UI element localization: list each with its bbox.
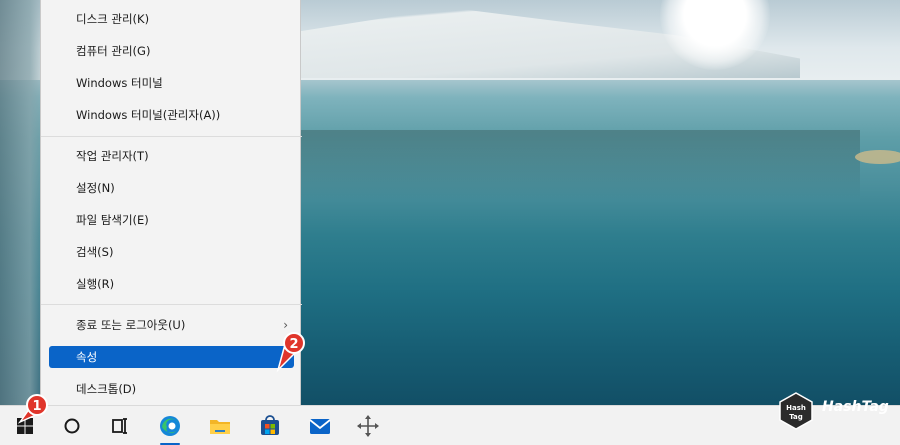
menu-separator xyxy=(41,136,302,137)
annotation-badge-2: 2 xyxy=(283,332,305,354)
menu-item-label: 검색(S) xyxy=(76,245,114,259)
search-circle-icon[interactable] xyxy=(58,412,86,440)
sandbar xyxy=(855,150,900,164)
menu-item-properties[interactable]: 속성 xyxy=(49,346,294,368)
menu-separator xyxy=(41,304,302,305)
start-context-menu: 디스크 관리(K) 컴퓨터 관리(G) Windows 터미널 Windows … xyxy=(40,0,302,412)
menu-item-label: 종료 또는 로그아웃(U) xyxy=(76,318,186,332)
menu-item-desktop[interactable]: 데스크톱(D) xyxy=(49,378,294,400)
move-icon[interactable] xyxy=(354,412,382,440)
logo-text: Tag xyxy=(789,413,803,421)
menu-item-windows-terminal-admin[interactable]: Windows 터미널(관리자(A)) xyxy=(49,104,294,126)
menu-item-label: Windows 터미널 xyxy=(76,76,163,90)
menu-item-disk-management[interactable]: 디스크 관리(K) xyxy=(49,8,294,30)
mail-icon[interactable] xyxy=(306,412,334,440)
menu-item-file-explorer[interactable]: 파일 탐색기(E) xyxy=(49,209,294,231)
edge-icon[interactable] xyxy=(156,412,184,440)
watermark: Hash Tag HashTag xyxy=(774,385,900,437)
menu-item-computer-management[interactable]: 컴퓨터 관리(G) xyxy=(49,40,294,62)
menu-item-label: 데스크톱(D) xyxy=(76,382,137,396)
menu-item-task-manager[interactable]: 작업 관리자(T) xyxy=(49,145,294,167)
taskbar xyxy=(0,405,900,445)
menu-item-search[interactable]: 검색(S) xyxy=(49,241,294,263)
water-reflection xyxy=(260,130,860,200)
watermark-text: HashTag xyxy=(822,399,889,415)
menu-item-settings[interactable]: 설정(N) xyxy=(49,177,294,199)
menu-item-label: Windows 터미널(관리자(A)) xyxy=(76,108,221,122)
menu-item-windows-terminal[interactable]: Windows 터미널 xyxy=(49,72,294,94)
menu-item-label: 실행(R) xyxy=(76,277,115,291)
annotation-badge-1: 1 xyxy=(26,394,48,416)
logo-text: Hash xyxy=(786,404,806,412)
menu-item-label: 속성 xyxy=(76,350,98,364)
store-icon[interactable] xyxy=(256,412,284,440)
task-view-icon[interactable] xyxy=(106,412,134,440)
file-explorer-icon[interactable] xyxy=(206,412,234,440)
hashtag-logo: Hash Tag xyxy=(779,392,813,430)
menu-item-label: 설정(N) xyxy=(76,181,115,195)
menu-item-label: 작업 관리자(T) xyxy=(76,149,149,163)
menu-item-shutdown-signout[interactable]: 종료 또는 로그아웃(U) › xyxy=(49,314,294,336)
menu-item-label: 파일 탐색기(E) xyxy=(76,213,149,227)
menu-item-label: 컴퓨터 관리(G) xyxy=(76,44,151,58)
menu-item-label: 디스크 관리(K) xyxy=(76,12,150,26)
menu-item-run[interactable]: 실행(R) xyxy=(49,273,294,295)
